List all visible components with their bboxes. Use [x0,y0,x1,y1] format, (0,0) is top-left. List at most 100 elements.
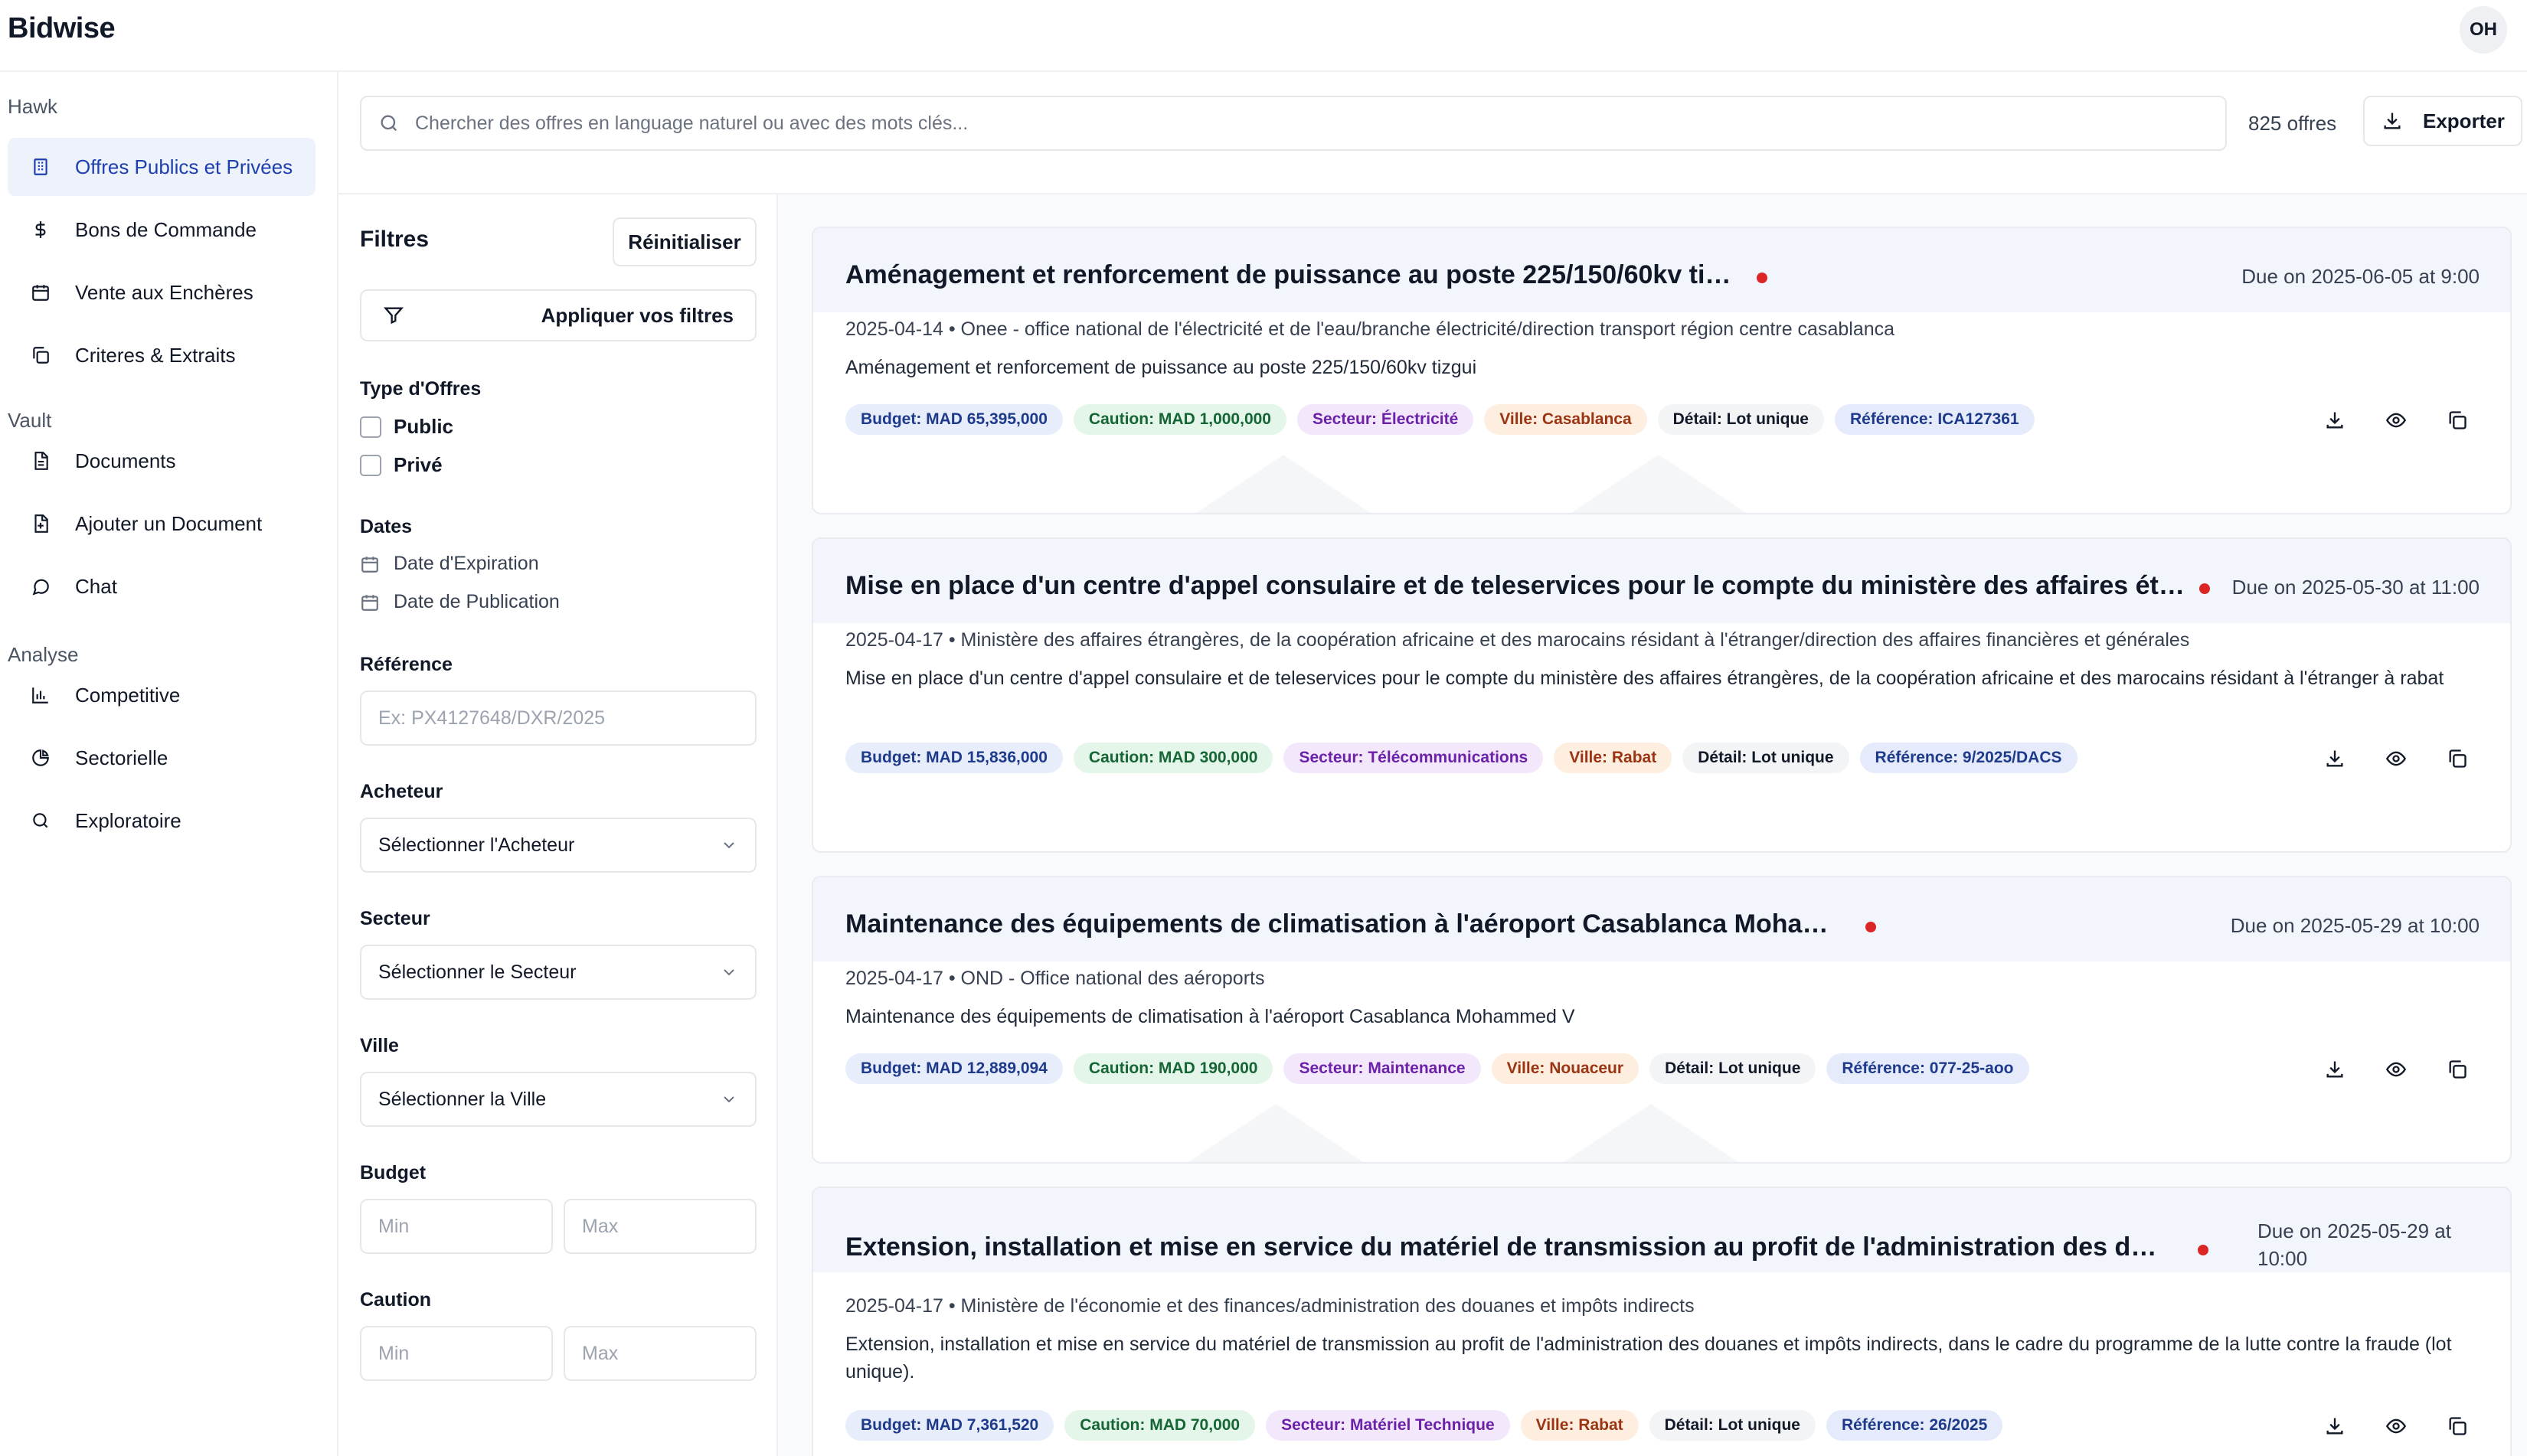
publication-date-label: Date de Publication [394,591,560,612]
offer-description: Maintenance des équipements de climatisa… [845,1006,1575,1027]
decorative-shape [1192,455,1375,513]
offer-actions [2323,1058,2469,1081]
city-select-value: Sélectionner la Ville [378,1088,547,1110]
prive-checkbox[interactable] [360,454,381,476]
offer-tags: Budget: MAD 15,836,000 Caution: MAD 300,… [845,743,2078,773]
public-label: Public [394,415,454,438]
buyer-label: Acheteur [360,781,443,802]
copy-icon[interactable] [2446,1415,2469,1438]
filters-title: Filtres [360,227,430,252]
offer-title[interactable]: Aménagement et renforcement de puissance… [845,260,1741,290]
type-prive-option[interactable]: Privé [360,453,443,477]
sidebar-item-label: Sectorielle [75,746,168,769]
sidebar-item-documents[interactable]: Documents [8,432,315,490]
decorative-shape [1559,1104,1743,1162]
type-public-option[interactable]: Public [360,415,453,439]
search-icon [29,809,52,832]
sidebar-item-label: Offres Publics et Privées [75,155,293,178]
sidebar-item-bons-de-commande[interactable]: Bons de Commande [8,201,315,259]
city-tag: Ville: Rabat [1554,743,1672,773]
offer-actions [2323,409,2469,432]
offer-card[interactable]: Mise en place d'un centre d'appel consul… [812,537,2512,853]
dollar-icon [29,218,52,241]
eye-icon[interactable] [2385,1058,2408,1081]
sidebar-section-vault: Vault [8,409,52,432]
offer-due-date: Due on 2025-05-29 at 10:00 [2257,1219,2451,1270]
copy-icon[interactable] [2446,409,2469,432]
sidebar-item-exploratoire[interactable]: Exploratoire [8,792,315,850]
expiration-date-picker[interactable]: Date d'Expiration [360,553,539,575]
sidebar-item-vente-aux-encheres[interactable]: Vente aux Enchères [8,263,315,322]
download-icon[interactable] [2323,1058,2346,1081]
offer-tags: Budget: MAD 7,361,520 Caution: MAD 70,00… [845,1410,2003,1441]
bar-chart-icon [29,684,52,707]
reference-input[interactable] [360,690,757,746]
apply-filters-button[interactable]: Appliquer vos filtres [360,289,757,341]
sidebar-item-ajouter-document[interactable]: Ajouter un Document [8,495,315,553]
file-plus-icon [29,512,52,535]
offer-title[interactable]: Mise en place d'un centre d'appel consul… [845,571,2185,601]
sector-tag: Secteur: Télécommunications [1283,743,1544,773]
copy-icon[interactable] [2446,747,2469,770]
app-brand[interactable]: Bidwise [8,12,116,45]
chevron-down-icon [720,1090,738,1108]
offer-meta: 2025-04-17 • OND - Office national des a… [845,968,1265,989]
caution-tag: Caution: MAD 1,000,000 [1073,404,1286,435]
chevron-down-icon [720,963,738,981]
reference-tag: Référence: 26/2025 [1826,1410,2003,1441]
budget-tag: Budget: MAD 12,889,094 [845,1053,1063,1084]
document-icon [29,449,52,472]
eye-icon[interactable] [2385,409,2408,432]
offer-card[interactable]: Maintenance des équipements de climatisa… [812,876,2512,1164]
eye-icon[interactable] [2385,747,2408,770]
publication-date-picker[interactable]: Date de Publication [360,591,560,613]
offer-title[interactable]: Maintenance des équipements de climatisa… [845,909,1841,939]
reference-tag: Référence: 077-25-aoo [1826,1053,2029,1084]
sidebar-item-competitive[interactable]: Competitive [8,666,315,724]
eye-icon[interactable] [2385,1415,2408,1438]
sector-select[interactable]: Sélectionner le Secteur [360,945,757,1000]
sidebar-item-sectorielle[interactable]: Sectorielle [8,729,315,787]
download-icon [2382,110,2423,132]
copy-icon [29,344,52,367]
offers-list: Aménagement et renforcement de puissance… [778,194,2527,1456]
sidebar-item-offres[interactable]: Offres Publics et Privées [8,138,315,196]
public-checkbox[interactable] [360,416,381,438]
offer-due-date: Due on 2025-05-30 at 11:00 [2231,576,2480,599]
offer-card[interactable]: Extension, installation et mise en servi… [812,1187,2512,1456]
export-button[interactable]: Exporter [2363,96,2522,146]
search-bar[interactable] [360,96,2227,151]
download-icon[interactable] [2323,1415,2346,1438]
offer-meta: 2025-04-17 • Ministère de l'économie et … [845,1295,1695,1317]
sector-label: Secteur [360,908,430,929]
reset-filters-button[interactable]: Réinitialiser [613,217,757,266]
sidebar: Hawk Offres Publics et Privées Bons de C… [0,72,338,1456]
user-avatar[interactable]: OH [2460,6,2507,54]
buyer-select[interactable]: Sélectionner l'Acheteur [360,818,757,873]
sidebar-item-criteres-extraits[interactable]: Criteres & Extraits [8,326,315,384]
budget-tag: Budget: MAD 15,836,000 [845,743,1063,773]
urgent-dot [1865,922,1876,932]
sidebar-item-chat[interactable]: Chat [8,557,315,615]
download-icon[interactable] [2323,409,2346,432]
expiration-date-label: Date d'Expiration [394,553,539,574]
urgent-dot [2198,1245,2208,1255]
chat-icon [29,575,52,598]
budget-min-input[interactable] [360,1199,553,1254]
search-input[interactable] [415,112,2176,135]
offer-tags: Budget: MAD 65,395,000 Caution: MAD 1,00… [845,404,2035,435]
caution-label: Caution [360,1289,432,1311]
building-icon [29,155,52,178]
offer-title[interactable]: Extension, installation et mise en servi… [845,1232,2162,1262]
caution-min-input[interactable] [360,1326,553,1381]
budget-tag: Budget: MAD 7,361,520 [845,1410,1054,1441]
offer-due-date: Due on 2025-06-05 at 9:00 [2241,265,2480,288]
offer-card[interactable]: Aménagement et renforcement de puissance… [812,227,2512,514]
download-icon[interactable] [2323,747,2346,770]
caution-max-input[interactable] [564,1326,757,1381]
budget-max-input[interactable] [564,1199,757,1254]
offer-description: Extension, installation et mise en servi… [845,1334,2452,1383]
city-select[interactable]: Sélectionner la Ville [360,1072,757,1127]
copy-icon[interactable] [2446,1058,2469,1081]
caution-tag: Caution: MAD 300,000 [1073,743,1273,773]
